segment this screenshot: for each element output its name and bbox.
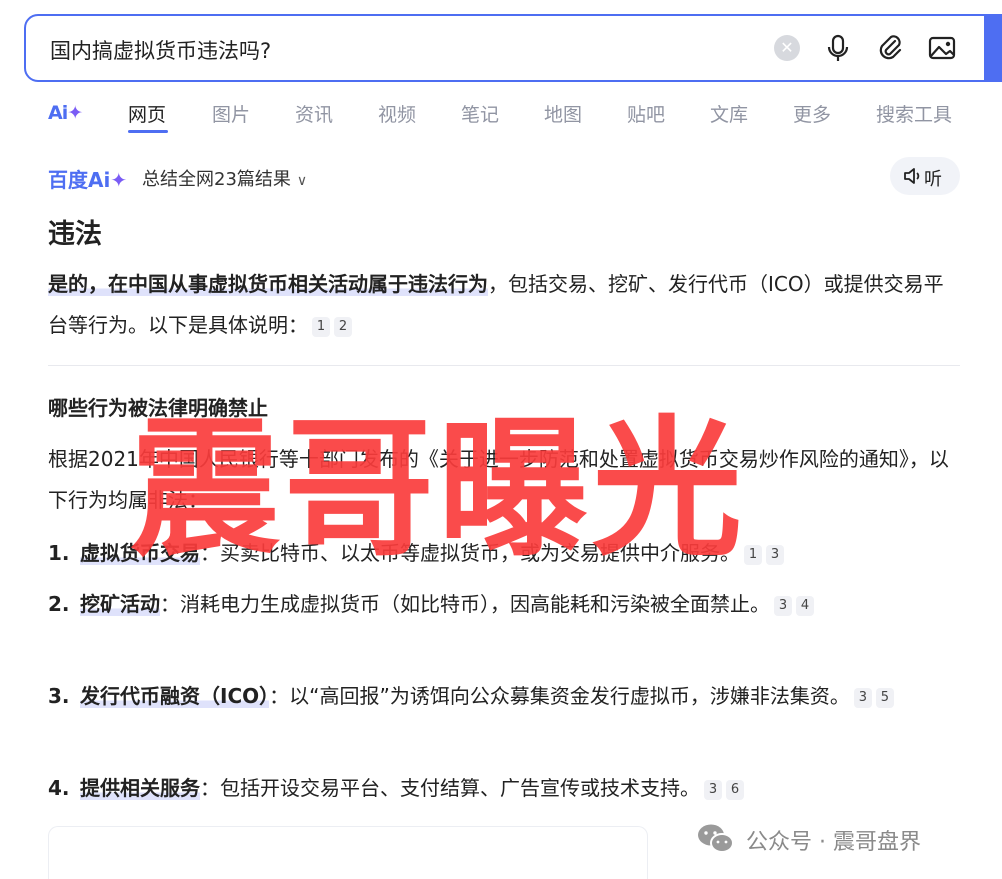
list-term: 虚拟货币交易 — [80, 541, 200, 565]
answer-title: 违法 — [48, 219, 102, 250]
section-intro: 根据2021年中国人民银行等十部门发布的《关于进一步防范和处置虚拟货币交易炒作风… — [48, 439, 960, 521]
account-name: 公众号 · 震哥盘界 — [746, 830, 921, 855]
intro-highlight: 是的，在中国从事虚拟货币相关活动属于违法行为 — [48, 272, 488, 296]
tab-videos[interactable]: 视频 — [378, 100, 416, 127]
tab-maps[interactable]: 地图 — [544, 100, 582, 127]
list-term: 提供相关服务 — [80, 776, 200, 800]
tab-search-tools[interactable]: 搜索工具 — [876, 100, 952, 127]
divider — [48, 365, 960, 366]
summary-label: 总结全网23篇结果 — [142, 169, 291, 190]
tab-news[interactable]: 资讯 — [295, 100, 333, 127]
listen-button[interactable]: 听 — [890, 157, 960, 195]
citation-badge[interactable]: 3 — [774, 595, 792, 616]
list-term: 挖矿活动 — [80, 592, 160, 616]
citation-badge[interactable]: 3 — [704, 779, 722, 800]
section-title: 哪些行为被法律明确禁止 — [48, 396, 268, 420]
list-number: 1. — [48, 541, 70, 565]
chevron-down-icon: ∨ — [296, 173, 308, 189]
tab-wenku[interactable]: 文库 — [710, 100, 748, 127]
list-item: 3. 发行代币融资（ICO）：以“高回报”为诱饵向公众募集资金发行虚拟币，涉嫌非… — [48, 675, 960, 718]
ai-answer-header: 百度Ai✦ 总结全网23篇结果 ∨ 听 — [48, 157, 960, 195]
list-item: 2. 挖矿活动：消耗电力生成虚拟货币（如比特币），因高能耗和污染被全面禁止。 3 4 — [48, 583, 960, 626]
answer-intro: 是的，在中国从事虚拟货币相关活动属于违法行为，包括交易、挖矿、发行代币（ICO）… — [48, 264, 960, 346]
speaker-icon — [902, 166, 922, 186]
search-tabs: Ai✦ 网页 图片 资讯 视频 笔记 地图 贴吧 文库 更多 搜索工具 — [48, 100, 978, 134]
list-number: 3. — [48, 684, 70, 708]
list-number: 4. — [48, 776, 70, 800]
paperclip-icon[interactable] — [874, 32, 906, 64]
citation-badge[interactable]: 4 — [796, 595, 814, 616]
sparkle-icon: ✦ — [67, 102, 83, 124]
tab-web[interactable]: 网页 — [128, 100, 166, 127]
citation-badge[interactable]: 1 — [312, 316, 330, 337]
list-item: 1. 虚拟货币交易：买卖比特币、以太币等虚拟货币，或为交易提供中介服务。 1 3 — [48, 532, 960, 575]
document-link[interactable]: 《关于进一步防范和处置虚拟货币交易炒作风险的通知》 — [419, 447, 909, 471]
citation-badge[interactable]: 3 — [766, 544, 784, 565]
search-box[interactable]: 国内搞虚拟货币违法吗? ✕ — [24, 14, 1002, 82]
list-item: 4. 提供相关服务：包括开设交易平台、支付结算、广告宣传或技术支持。 3 6 — [48, 767, 960, 810]
tab-tieba[interactable]: 贴吧 — [627, 100, 665, 127]
baidu-ai-logo: 百度Ai✦ — [48, 164, 127, 193]
close-circle-icon[interactable]: ✕ — [774, 35, 800, 61]
sparkle-icon: ✦ — [110, 168, 128, 192]
wechat-icon — [696, 822, 736, 856]
tab-ai[interactable]: Ai✦ — [48, 102, 83, 124]
list-text: ：买卖比特币、以太币等虚拟货币，或为交易提供中介服务。 — [200, 541, 740, 565]
search-input[interactable]: 国内搞虚拟货币违法吗? — [50, 35, 271, 65]
summary-dropdown[interactable]: 总结全网23篇结果 ∨ — [142, 165, 307, 191]
citation-badge[interactable]: 3 — [853, 687, 872, 708]
tab-notes[interactable]: 笔记 — [461, 100, 499, 127]
list-term: 发行代币融资（ICO） — [80, 684, 270, 708]
citation-badge[interactable]: 2 — [334, 316, 352, 337]
citation-badge[interactable]: 1 — [744, 544, 762, 565]
result-card — [48, 826, 648, 879]
list-number: 2. — [48, 592, 70, 616]
list-text: ：消耗电力生成虚拟货币（如比特币），因高能耗和污染被全面禁止。 — [160, 592, 770, 616]
citation-badge[interactable]: 6 — [726, 779, 744, 800]
listen-label: 听 — [924, 169, 942, 190]
search-button[interactable] — [984, 16, 1002, 80]
active-tab-indicator — [128, 130, 168, 133]
section-intro-text: 根据2021年中国人民银行等十部门发布的 — [48, 447, 419, 471]
ai-tab-label: Ai — [48, 102, 68, 124]
citation-badge[interactable]: 5 — [875, 687, 894, 708]
microphone-icon[interactable] — [822, 32, 854, 64]
tab-more[interactable]: 更多 — [793, 100, 831, 127]
image-icon[interactable] — [926, 32, 958, 64]
list-text: ：包括开设交易平台、支付结算、广告宣传或技术支持。 — [200, 776, 700, 800]
list-text: ：以“高回报”为诱饵向公众募集资金发行虚拟币，涉嫌非法集资。 — [269, 684, 850, 708]
brand-label: 百度Ai — [48, 168, 111, 192]
tab-images[interactable]: 图片 — [212, 100, 250, 127]
